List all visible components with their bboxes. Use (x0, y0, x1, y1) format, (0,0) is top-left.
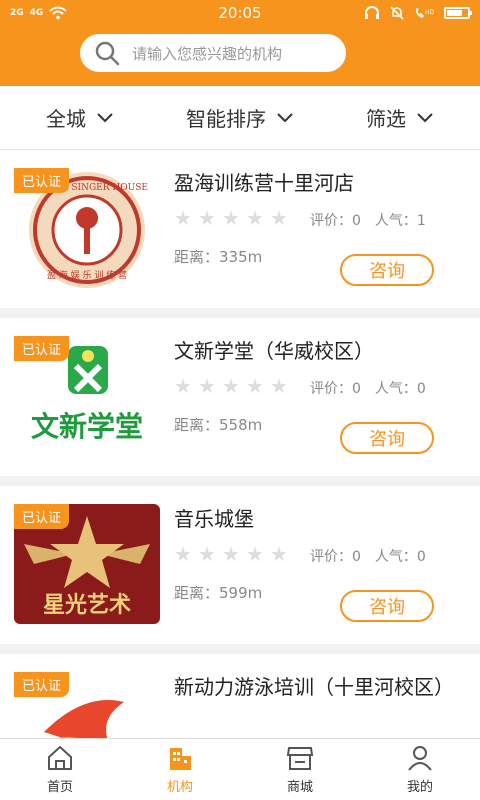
star-icon: ★ (174, 542, 192, 566)
list-item[interactable]: 文新学堂 已认证 文新学堂（华威校区） ★ ★ ★ ★ ★ 评价：0 人气：0 … (0, 318, 480, 476)
tab-mine[interactable]: 我的 (360, 739, 480, 800)
star-icon: ★ (198, 374, 216, 398)
star-icon: ★ (246, 374, 264, 398)
star-icon: ★ (222, 542, 240, 566)
search-box[interactable]: 请输入您感兴趣的机构 (80, 34, 346, 72)
star-rating: ★ ★ ★ ★ ★ (174, 208, 290, 228)
star-icon: ★ (270, 374, 288, 398)
filter-city-label: 全城 (46, 107, 86, 131)
institution-logo: 已认证 (14, 672, 160, 738)
tab-home[interactable]: 首页 (0, 739, 120, 800)
institution-logo: YINGHAI SINGER HOUSE 盈 海 娱 乐 训 练 营 已认证 (14, 168, 160, 288)
institution-name: 文新学堂（华威校区） (174, 339, 374, 363)
institution-name: 新动力游泳培训（十里河校区） (174, 675, 454, 699)
bottom-tab-bar: 首页 机构 商城 我的 (0, 738, 480, 800)
popularity-count: 人气：1 (374, 213, 426, 229)
verified-badge: 已认证 (14, 504, 70, 529)
verified-badge: 已认证 (14, 672, 70, 697)
tab-home-label: 首页 (46, 780, 73, 795)
filter-screen-label: 筛选 (366, 107, 406, 131)
store-icon (286, 747, 314, 770)
star-rating: ★ ★ ★ ★ ★ (174, 544, 290, 564)
filter-screen[interactable]: 筛选 (320, 86, 480, 149)
institution-logo: 星光艺术 已认证 (14, 504, 160, 624)
search-placeholder: 请输入您感兴趣的机构 (132, 44, 283, 63)
filter-city[interactable]: 全城 (0, 86, 160, 149)
battery-icon (444, 7, 472, 19)
popularity-count: 人气：0 (374, 381, 426, 397)
filter-sort-label: 智能排序 (186, 107, 266, 131)
tab-institution[interactable]: 机构 (120, 739, 240, 800)
review-count: 评价：0 (310, 549, 361, 565)
list-item[interactable]: 已认证 新动力游泳培训（十里河校区） (0, 654, 480, 738)
user-icon (408, 746, 432, 771)
filter-sort[interactable]: 智能排序 (160, 86, 320, 149)
institution-list: YINGHAI SINGER HOUSE 盈 海 娱 乐 训 练 营 已认证 盈… (0, 150, 480, 738)
star-icon: ★ (174, 374, 192, 398)
star-icon: ★ (198, 542, 216, 566)
distance: 距离：558m (174, 416, 263, 434)
consult-button[interactable]: 咨询 (340, 422, 434, 454)
institution-logo: 文新学堂 已认证 (14, 336, 160, 456)
status-bar: 2G 4G 20:05 HD (0, 0, 480, 26)
institution-name: 盈海训练营十里河店 (174, 171, 354, 195)
star-icon: ★ (270, 542, 288, 566)
status-time: 20:05 (218, 4, 262, 22)
building-icon (170, 748, 191, 770)
logo-subtext: 盈 海 娱 乐 训 练 营 (47, 269, 127, 281)
list-item[interactable]: YINGHAI SINGER HOUSE 盈 海 娱 乐 训 练 营 已认证 盈… (0, 150, 480, 308)
star-icon: ★ (174, 206, 192, 230)
rating-info: 评价：0 人气：1 (310, 210, 426, 230)
list-item[interactable]: 星光艺术 已认证 音乐城堡 ★ ★ ★ ★ ★ 评价：0 人气：0 距离：599… (0, 486, 480, 644)
star-icon: ★ (270, 206, 288, 230)
verified-badge: 已认证 (14, 336, 70, 361)
distance: 距离：335m (174, 248, 263, 266)
filter-bar: 全城 智能排序 筛选 (0, 86, 480, 150)
tab-store[interactable]: 商城 (240, 739, 360, 800)
star-icon: ★ (222, 206, 240, 230)
rating-info: 评价：0 人气：0 (310, 378, 426, 398)
rating-info: 评价：0 人气：0 (310, 546, 426, 566)
star-icon: ★ (246, 206, 264, 230)
star-icon: ★ (198, 206, 216, 230)
search-icon (95, 41, 120, 66)
star-icon: ★ (222, 374, 240, 398)
review-count: 评价：0 (310, 381, 361, 397)
institution-name: 音乐城堡 (174, 507, 254, 531)
tab-store-label: 商城 (286, 780, 313, 795)
tab-mine-label: 我的 (406, 780, 433, 795)
home-icon (48, 746, 72, 770)
review-count: 评价：0 (310, 213, 361, 229)
chevron-down-icon (417, 112, 433, 122)
verified-badge: 已认证 (14, 168, 70, 193)
logo-text: 文新学堂 (31, 410, 143, 443)
popularity-count: 人气：0 (374, 549, 426, 565)
consult-button[interactable]: 咨询 (340, 254, 434, 286)
distance: 距离：599m (174, 584, 263, 602)
logo-text: 星光艺术 (43, 592, 131, 618)
star-rating: ★ ★ ★ ★ ★ (174, 376, 290, 396)
chevron-down-icon (97, 112, 113, 122)
tab-institution-label: 机构 (166, 780, 193, 795)
header: 请输入您感兴趣的机构 (0, 26, 480, 86)
star-icon: ★ (246, 542, 264, 566)
chevron-down-icon (277, 112, 293, 122)
consult-button[interactable]: 咨询 (340, 590, 434, 622)
